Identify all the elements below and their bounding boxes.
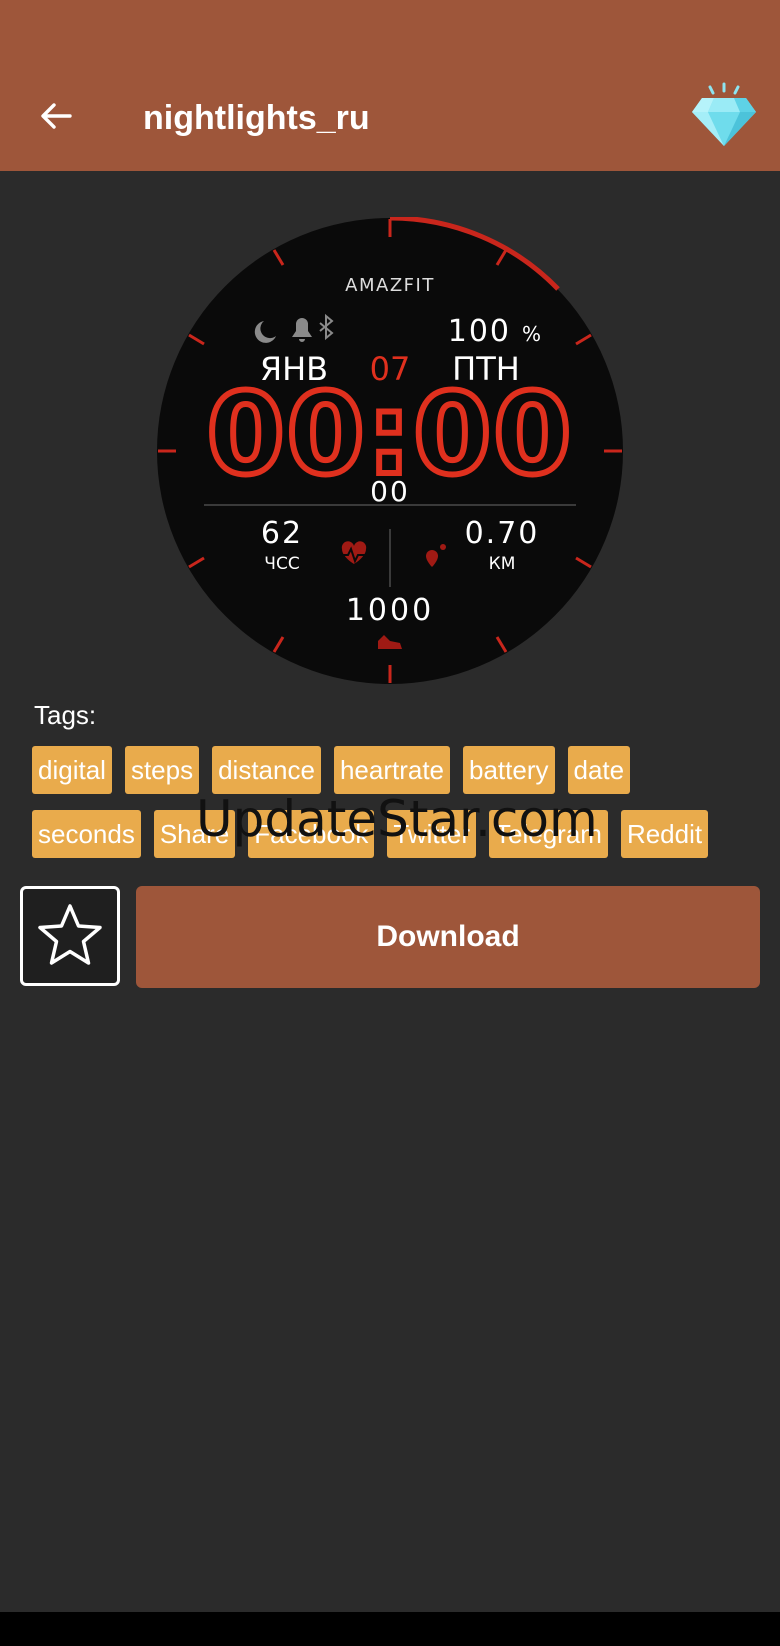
- tag-row: seconds Share Facebook Twitter Telegram …: [32, 810, 772, 860]
- diamond-icon: [692, 82, 756, 146]
- share-label: Share: [153, 810, 236, 858]
- tag-battery[interactable]: battery: [463, 746, 555, 794]
- tag-distance[interactable]: distance: [212, 746, 321, 794]
- tag-digital[interactable]: digital: [32, 746, 112, 794]
- share-telegram-button[interactable]: Telegram: [489, 810, 608, 858]
- distance-label: КМ: [489, 554, 516, 574]
- tag-date[interactable]: date: [567, 746, 631, 794]
- page-title: nightlights_ru: [143, 99, 370, 137]
- tags-container: digital steps distance heartrate battery…: [32, 746, 772, 874]
- share-reddit-button[interactable]: Reddit: [620, 810, 709, 858]
- distance-value: 0.70: [465, 516, 540, 551]
- share-twitter-button[interactable]: Twitter: [387, 810, 476, 858]
- brand-label: AMAZFIT: [345, 275, 435, 296]
- heart-rate-value: 62: [261, 516, 303, 551]
- tag-seconds[interactable]: seconds: [32, 810, 141, 858]
- system-nav-bar: [0, 1612, 780, 1646]
- favorite-button[interactable]: [20, 886, 120, 986]
- tags-label: Tags:: [34, 700, 97, 730]
- battery-unit: %: [522, 322, 541, 346]
- premium-button[interactable]: [688, 80, 760, 152]
- tag-row: digital steps distance heartrate battery…: [32, 746, 772, 796]
- app-bar: nightlights_ru: [0, 0, 780, 171]
- download-button[interactable]: Download: [136, 886, 760, 988]
- tag-steps[interactable]: steps: [124, 746, 200, 794]
- seconds-display: 00: [370, 475, 410, 508]
- arrow-left-icon: [41, 103, 72, 129]
- steps-value: 1000: [346, 593, 434, 628]
- tag-heartrate[interactable]: heartrate: [333, 746, 451, 794]
- heart-rate-label: ЧСС: [264, 554, 299, 574]
- watch-face-preview: AMAZFIT 100 % ЯНВ 07 ПТН 00:00 00 62 ЧСС…: [156, 215, 624, 685]
- share-facebook-button[interactable]: Facebook: [248, 810, 375, 858]
- watch-face-svg: AMAZFIT 100 % ЯНВ 07 ПТН 00:00 00 62 ЧСС…: [157, 215, 623, 684]
- back-button[interactable]: [32, 92, 80, 140]
- battery-value: 100: [448, 314, 511, 349]
- star-outline-icon: [38, 904, 102, 965]
- location-dot: [440, 544, 446, 550]
